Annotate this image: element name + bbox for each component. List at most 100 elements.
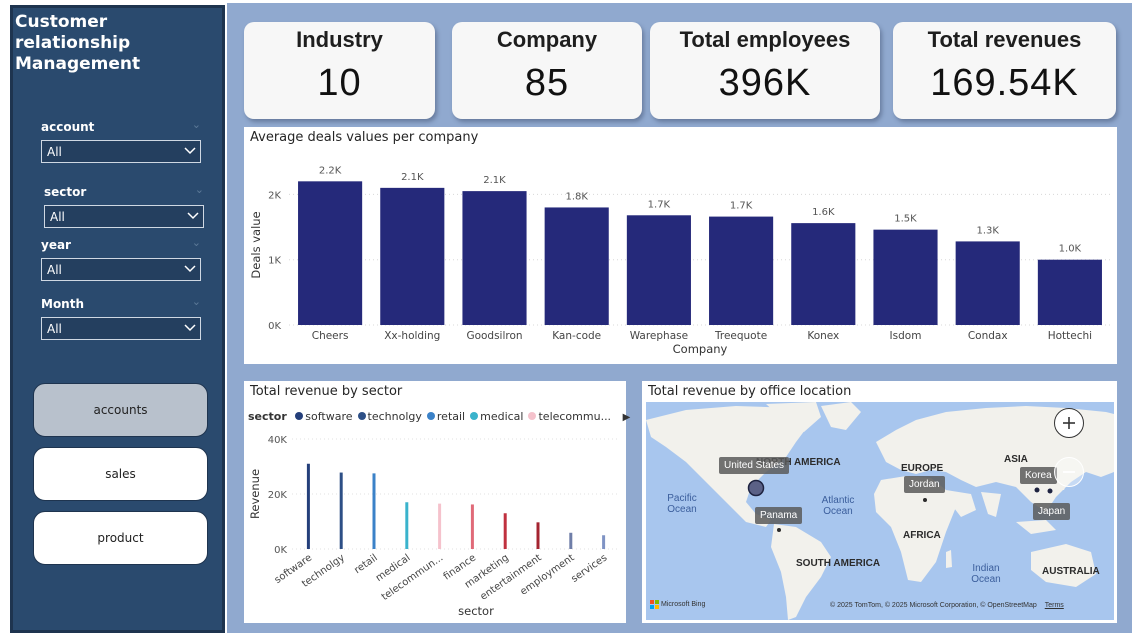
location-bubble-united-states[interactable] [747,479,765,497]
x-tick-label: retail [352,552,379,576]
x-tick-label: Isdom [890,330,922,342]
chevron-down-icon[interactable]: ⌄ [192,236,201,249]
sector-dropdown-value: All [50,210,65,224]
bar [544,207,609,325]
data-label: 1.7K [648,199,671,210]
account-slicer-label: account [41,120,95,134]
kpi-card-industry[interactable]: Industry 10 [244,22,435,119]
kpi-card-company[interactable]: Company 85 [452,22,642,119]
data-label: 2.2K [319,165,342,176]
tooltip-panama: Panama [755,507,803,524]
kpi-card-total-employees[interactable]: Total employees 396K [650,22,880,119]
bar [602,535,606,549]
kpi-label: Company [496,27,598,52]
bar [470,504,474,549]
continent-label: ASIA [1004,454,1028,465]
bar [955,241,1020,325]
zoom-in-icon[interactable] [1054,408,1084,438]
x-tick-label: Treequote [714,330,767,342]
kpi-value: 85 [524,62,570,104]
sector-chart-panel[interactable]: Total revenue by sector sector software t… [244,381,630,623]
y-tick-label: 2K [268,190,281,201]
month-dropdown[interactable]: All [41,317,201,340]
bar [339,472,343,549]
kpi-value: 169.54K [930,62,1079,104]
location-bubble-jordan[interactable] [923,498,927,502]
bar [462,191,527,325]
bar [1037,259,1102,325]
bar [709,216,774,325]
report-canvas: Industry 10 Company 85 Total employees 3… [227,3,1132,633]
sector-slicer-label: sector [44,185,87,199]
chevron-down-icon [187,212,199,220]
kpi-value: 10 [317,62,362,104]
bar [503,513,507,549]
x-tick-label: Condax [968,330,1008,342]
bar [438,503,442,549]
account-dropdown[interactable]: All [41,140,201,163]
deals-chart-panel[interactable]: Average deals values per company 0K 1K 2K 2… [244,127,1117,364]
year-dropdown[interactable]: All [41,258,201,281]
year-dropdown-value: All [47,263,62,277]
y-axis-title: Revenue [248,469,262,519]
app-title: Customer relationship Management [15,12,141,74]
month-slicer: Month ⌄ All [41,295,203,347]
data-label: 1.0K [1059,244,1082,255]
continent-label: EUROPE [901,463,944,474]
account-slicer: account ⌄ All [41,118,203,170]
x-tick-label: Xx-holding [384,330,440,342]
deals-bar-chart: 0K 1K 2K 2.2K Cheers 2.1K Xx-holding 2.1K Goodsi… [249,165,1111,356]
kpi-value: 396K [718,62,812,104]
y-tick-label: 20K [268,490,288,501]
data-label: 1.6K [812,207,835,218]
y-tick-label: 0K [268,321,281,332]
microsoft-logo-icon [650,600,659,609]
chevron-down-icon[interactable]: ⌄ [192,118,201,131]
map-panel[interactable]: Total revenue by office location NORTH A… [642,381,1117,623]
x-tick-label: Cheers [312,330,349,342]
continent-label: AUSTRALIA [1042,566,1100,577]
y-tick-label: 0K [274,545,287,556]
x-axis-title: sector [458,604,494,618]
tooltip-jordan: Jordan [904,476,945,493]
x-tick-label: Goodsilron [466,330,522,342]
x-tick-label: Kan-code [552,330,601,342]
bar [791,223,856,325]
sales-nav-button[interactable]: sales [33,447,208,501]
product-nav-button[interactable]: product [33,511,208,565]
data-label: 2.1K [401,172,424,183]
sector-bar-chart: 0K20K40Ksoftwaretechnolgy retailmedicalte… [248,435,620,618]
world-map[interactable]: NORTH AMERICA EUROPE ASIA AFRICA SOUTH A… [646,402,1114,620]
chevron-down-icon[interactable]: ⌄ [192,295,201,308]
year-slicer-label: year [41,238,71,252]
attribution-text[interactable]: © 2025 TomTom, © 2025 Microsoft Corporat… [830,602,1037,609]
bar [569,532,573,549]
y-tick-label: 40K [268,435,288,446]
kpi-label: Total employees [679,27,851,52]
bing-logo: Microsoft Bing [650,600,705,609]
terms-link[interactable]: Terms [1045,602,1064,609]
tooltip-united-states: United States [719,457,790,474]
x-tick-label: Warephase [630,330,688,342]
continent-label: SOUTH AMERICA [796,558,881,569]
accounts-nav-button[interactable]: accounts [33,383,208,437]
location-bubble-japan[interactable] [1047,488,1053,494]
data-label: 1.3K [976,225,999,236]
ocean-label: Pacific Ocean [667,493,697,515]
y-axis-title: Deals value [249,211,263,278]
sector-dropdown[interactable]: All [44,205,204,228]
map-attribution: © 2025 TomTom, © 2025 Microsoft Corporat… [830,602,1064,609]
account-dropdown-value: All [47,145,62,159]
location-bubble-panama[interactable] [777,528,781,532]
kpi-card-total-revenues[interactable]: Total revenues 169.54K [893,22,1116,119]
x-tick-label: telecommun... [380,552,446,602]
zoom-out-icon[interactable] [1054,457,1084,487]
chevron-down-icon[interactable]: ⌄ [195,183,204,196]
sector-slicer: sector ⌄ All [44,183,206,235]
chevron-down-icon [184,265,196,273]
chevron-down-icon [184,147,196,155]
month-dropdown-value: All [47,322,62,336]
kpi-label: Industry [296,27,383,52]
location-bubble-korea[interactable] [1034,487,1040,493]
y-tick-label: 1K [268,256,281,267]
